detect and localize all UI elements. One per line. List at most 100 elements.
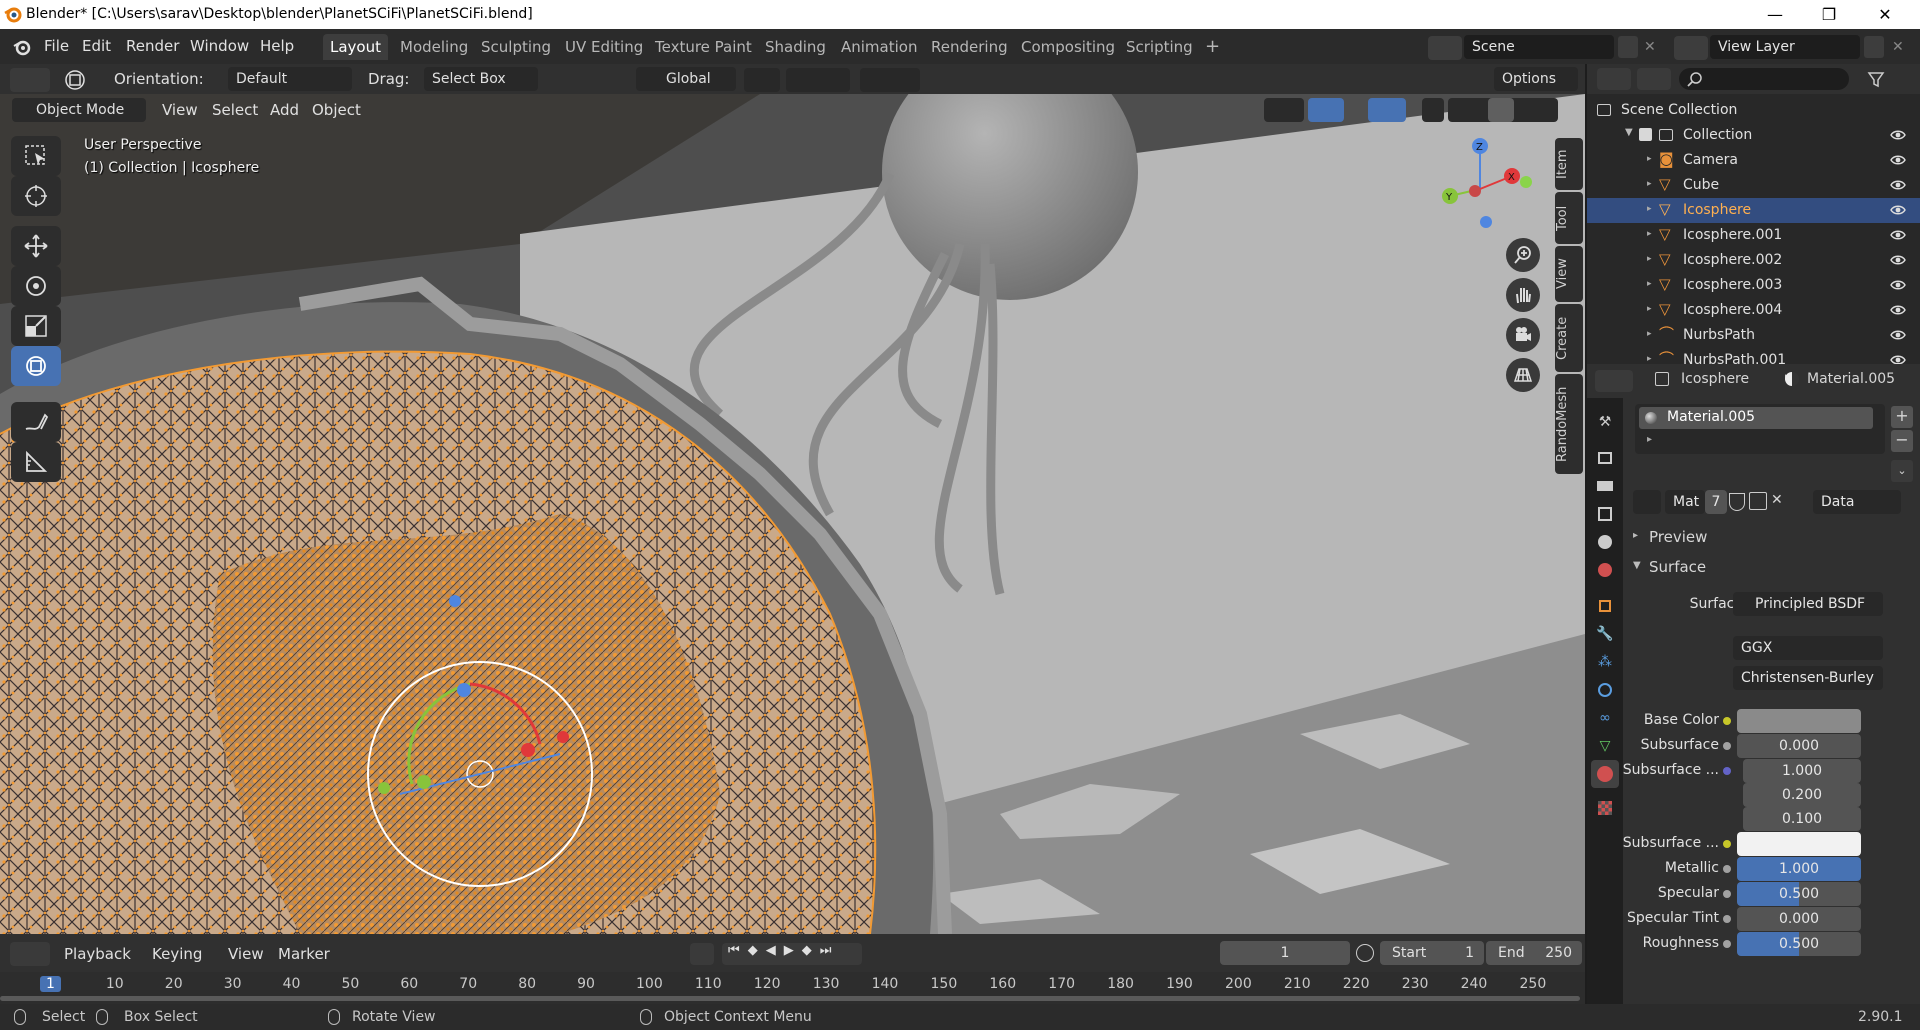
viewport-menu-select[interactable]: Select: [206, 98, 264, 122]
gizmo-toggle-icon[interactable]: [1308, 98, 1344, 122]
editor-type-icon[interactable]: [10, 68, 50, 92]
new-scene-icon[interactable]: [1618, 36, 1638, 58]
timeline-ruler[interactable]: 1 10 20 30 40 50 60 70 80 90 100 110 120 130 140 150 160…: [0, 934, 1585, 1004]
tab-sculpting[interactable]: Sculpting: [474, 34, 558, 60]
cursor-tool[interactable]: [11, 176, 61, 216]
menu-render[interactable]: Render: [126, 37, 179, 55]
navigation-gizmo[interactable]: Z X Y: [1430, 134, 1540, 244]
view-layer-field[interactable]: View Layer: [1710, 35, 1860, 59]
outliner-item-camera[interactable]: ▸ ◙ Camera: [1587, 148, 1920, 173]
eye-icon[interactable]: [1890, 303, 1906, 317]
expand-arrow-icon[interactable]: ▸: [1647, 329, 1652, 339]
tool-properties-tab[interactable]: ⚒: [1591, 408, 1619, 436]
eye-icon[interactable]: [1890, 353, 1906, 364]
modifier-properties-tab[interactable]: 🔧: [1591, 620, 1619, 648]
select-box-tool[interactable]: [11, 136, 61, 176]
subsurface-color-field[interactable]: [1737, 832, 1861, 856]
outliner-scene-collection[interactable]: Scene Collection: [1587, 98, 1920, 123]
material-browse-icon[interactable]: [1633, 490, 1661, 514]
outliner-search-input[interactable]: [1679, 68, 1849, 90]
render-properties-tab[interactable]: [1591, 444, 1619, 472]
blender-menu-icon[interactable]: [12, 37, 32, 57]
preview-panel-header[interactable]: Preview: [1649, 528, 1707, 546]
specular-tint-field[interactable]: 0.000: [1737, 907, 1861, 931]
menu-edit[interactable]: Edit: [82, 37, 111, 55]
expand-arrow-icon[interactable]: ▸: [1647, 279, 1652, 289]
outliner-item-icosphere-002[interactable]: ▸ ▽ Icosphere.002: [1587, 248, 1920, 273]
visibility-dropdown-icon[interactable]: [1264, 98, 1304, 122]
eye-icon[interactable]: [1890, 203, 1906, 217]
slot-specials-icon[interactable]: ⌄: [1891, 460, 1913, 482]
surface-shader-field[interactable]: Principled BSDF: [1733, 592, 1883, 616]
distribution-dropdown[interactable]: GGX: [1733, 636, 1883, 660]
tab-texture-paint[interactable]: Texture Paint: [648, 34, 759, 60]
menu-help[interactable]: Help: [260, 37, 294, 55]
material-slot-row[interactable]: Material.005: [1639, 407, 1873, 429]
view-layer-selector-icon[interactable]: [1674, 36, 1708, 60]
add-workspace-button[interactable]: +: [1198, 34, 1227, 60]
outliner-item-icosphere-003[interactable]: ▸ ▽ Icosphere.003: [1587, 273, 1920, 298]
outliner-item-nurbspath-001[interactable]: ▸ ⌒ NurbsPath.001: [1587, 348, 1920, 364]
ortho-toggle-button[interactable]: [1506, 358, 1540, 392]
scene-properties-tab[interactable]: [1591, 528, 1619, 556]
add-slot-icon[interactable]: +: [1891, 406, 1913, 428]
outliner-item-cube[interactable]: ▸ ▽ Cube: [1587, 173, 1920, 198]
new-view-layer-icon[interactable]: [1864, 36, 1884, 58]
subsurface-method-dropdown[interactable]: Christensen-Burley: [1733, 666, 1883, 690]
outliner-item-icosphere[interactable]: ▸ ▽ Icosphere: [1587, 198, 1920, 223]
subsurface-field[interactable]: 0.000: [1737, 734, 1861, 758]
expand-arrow-icon[interactable]: ▸: [1647, 204, 1652, 214]
tab-compositing[interactable]: Compositing: [1014, 34, 1122, 60]
tab-modeling[interactable]: Modeling: [393, 34, 475, 60]
outliner-item-icosphere-004[interactable]: ▸ ▽ Icosphere.004: [1587, 298, 1920, 323]
pan-view-button[interactable]: [1506, 278, 1540, 312]
outliner-display-mode-icon[interactable]: [1637, 68, 1671, 90]
constraints-properties-tab[interactable]: ∞: [1591, 704, 1619, 732]
measure-tool[interactable]: [11, 442, 61, 482]
list-expand-icon[interactable]: ▸: [1647, 434, 1652, 445]
move-tool[interactable]: [11, 226, 61, 266]
snap-icon[interactable]: [786, 68, 850, 92]
rotate-tool[interactable]: [11, 266, 61, 306]
roughness-field[interactable]: 0.500: [1737, 932, 1861, 956]
expand-arrow-icon[interactable]: ▸: [1647, 354, 1652, 364]
maximize-button[interactable]: ❐: [1806, 0, 1852, 29]
output-properties-tab[interactable]: [1591, 472, 1619, 500]
outliner-editor-type-icon[interactable]: [1597, 68, 1631, 90]
particles-properties-tab[interactable]: ⁂: [1591, 648, 1619, 676]
scale-tool[interactable]: [11, 306, 61, 346]
unlink-material-icon[interactable]: ✕: [1771, 492, 1783, 508]
material-users-count[interactable]: 7: [1705, 490, 1727, 514]
close-button[interactable]: ✕: [1862, 0, 1908, 29]
sidetab-create[interactable]: Create: [1555, 304, 1583, 372]
eye-icon[interactable]: [1890, 328, 1906, 342]
scene-field[interactable]: Scene: [1464, 35, 1614, 59]
surface-collapse-icon[interactable]: ▼: [1633, 560, 1641, 571]
link-dropdown[interactable]: Data: [1813, 490, 1901, 514]
expand-arrow-icon[interactable]: ▼: [1625, 127, 1633, 138]
expand-arrow-icon[interactable]: ▸: [1647, 179, 1652, 189]
world-properties-tab[interactable]: [1591, 556, 1619, 584]
eye-icon[interactable]: [1890, 278, 1906, 292]
data-properties-tab[interactable]: ▽: [1591, 732, 1619, 760]
texture-properties-tab[interactable]: [1591, 794, 1619, 822]
menu-file[interactable]: File: [44, 37, 69, 55]
eye-icon[interactable]: [1890, 128, 1906, 142]
proportional-editing-icon[interactable]: [860, 68, 920, 92]
annotate-tool[interactable]: [11, 402, 61, 442]
overlays-toggle-icon[interactable]: [1368, 98, 1406, 122]
fake-user-icon[interactable]: [1729, 493, 1745, 511]
remove-slot-icon[interactable]: −: [1891, 430, 1913, 452]
eye-icon[interactable]: [1890, 253, 1906, 267]
eye-icon[interactable]: [1890, 228, 1906, 242]
outliner-collection[interactable]: ▼ Collection: [1587, 123, 1920, 148]
object-properties-tab[interactable]: [1591, 592, 1619, 620]
timeline-scrollbar[interactable]: [0, 996, 1580, 1001]
expand-arrow-icon[interactable]: ▸: [1647, 254, 1652, 264]
sidetab-view[interactable]: View: [1555, 246, 1583, 302]
menu-window[interactable]: Window: [190, 37, 249, 55]
drag-dropdown[interactable]: Select Box: [424, 67, 538, 91]
checkbox-icon[interactable]: [1639, 128, 1652, 141]
physics-properties-tab[interactable]: [1591, 676, 1619, 704]
material-slot-list[interactable]: Material.005 ▸: [1635, 404, 1885, 454]
